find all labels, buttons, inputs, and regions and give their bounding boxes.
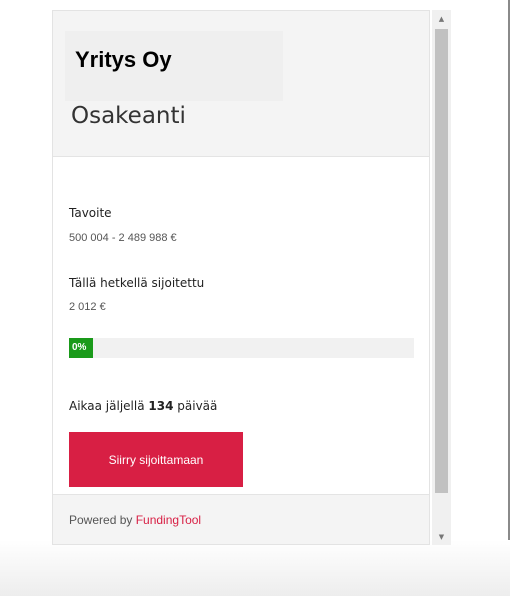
widget-header: Yritys Oy Osakeanti: [53, 11, 429, 157]
invested-value: 2 012 €: [69, 301, 106, 313]
scroll-down-arrow-icon[interactable]: ▼: [432, 528, 451, 545]
widget-body: Tavoite 500 004 - 2 489 988 € Tällä hetk…: [53, 156, 429, 494]
vertical-scrollbar[interactable]: ▲ ▼: [432, 10, 451, 545]
progress-fill: 0%: [69, 338, 93, 358]
time-left-days: 134: [148, 399, 174, 413]
fundingtool-link[interactable]: FundingTool: [136, 513, 201, 527]
target-value: 500 004 - 2 489 988 €: [69, 232, 177, 244]
time-left-prefix: Aikaa jäljellä: [69, 399, 149, 413]
target-label: Tavoite: [69, 206, 112, 220]
progress-bar: 0%: [69, 338, 414, 358]
invested-label: Tällä hetkellä sijoitettu: [69, 276, 205, 290]
time-left-suffix: päivää: [173, 399, 218, 413]
company-name: Yritys Oy: [75, 47, 172, 72]
progress-label: 0%: [72, 342, 87, 353]
scroll-up-arrow-icon[interactable]: ▲: [432, 10, 451, 27]
powered-by-label: Powered by: [69, 513, 136, 527]
funding-widget: Yritys Oy Osakeanti Tavoite 500 004 - 2 …: [52, 10, 430, 545]
invest-button[interactable]: Siirry sijoittamaan: [69, 432, 243, 487]
offering-title: Osakeanti: [71, 103, 186, 129]
scrollbar-thumb[interactable]: [435, 29, 448, 493]
powered-by-text: Powered by FundingTool: [69, 513, 201, 527]
widget-footer: Powered by FundingTool: [53, 494, 429, 544]
time-left: Aikaa jäljellä 134 päivää: [69, 399, 217, 413]
